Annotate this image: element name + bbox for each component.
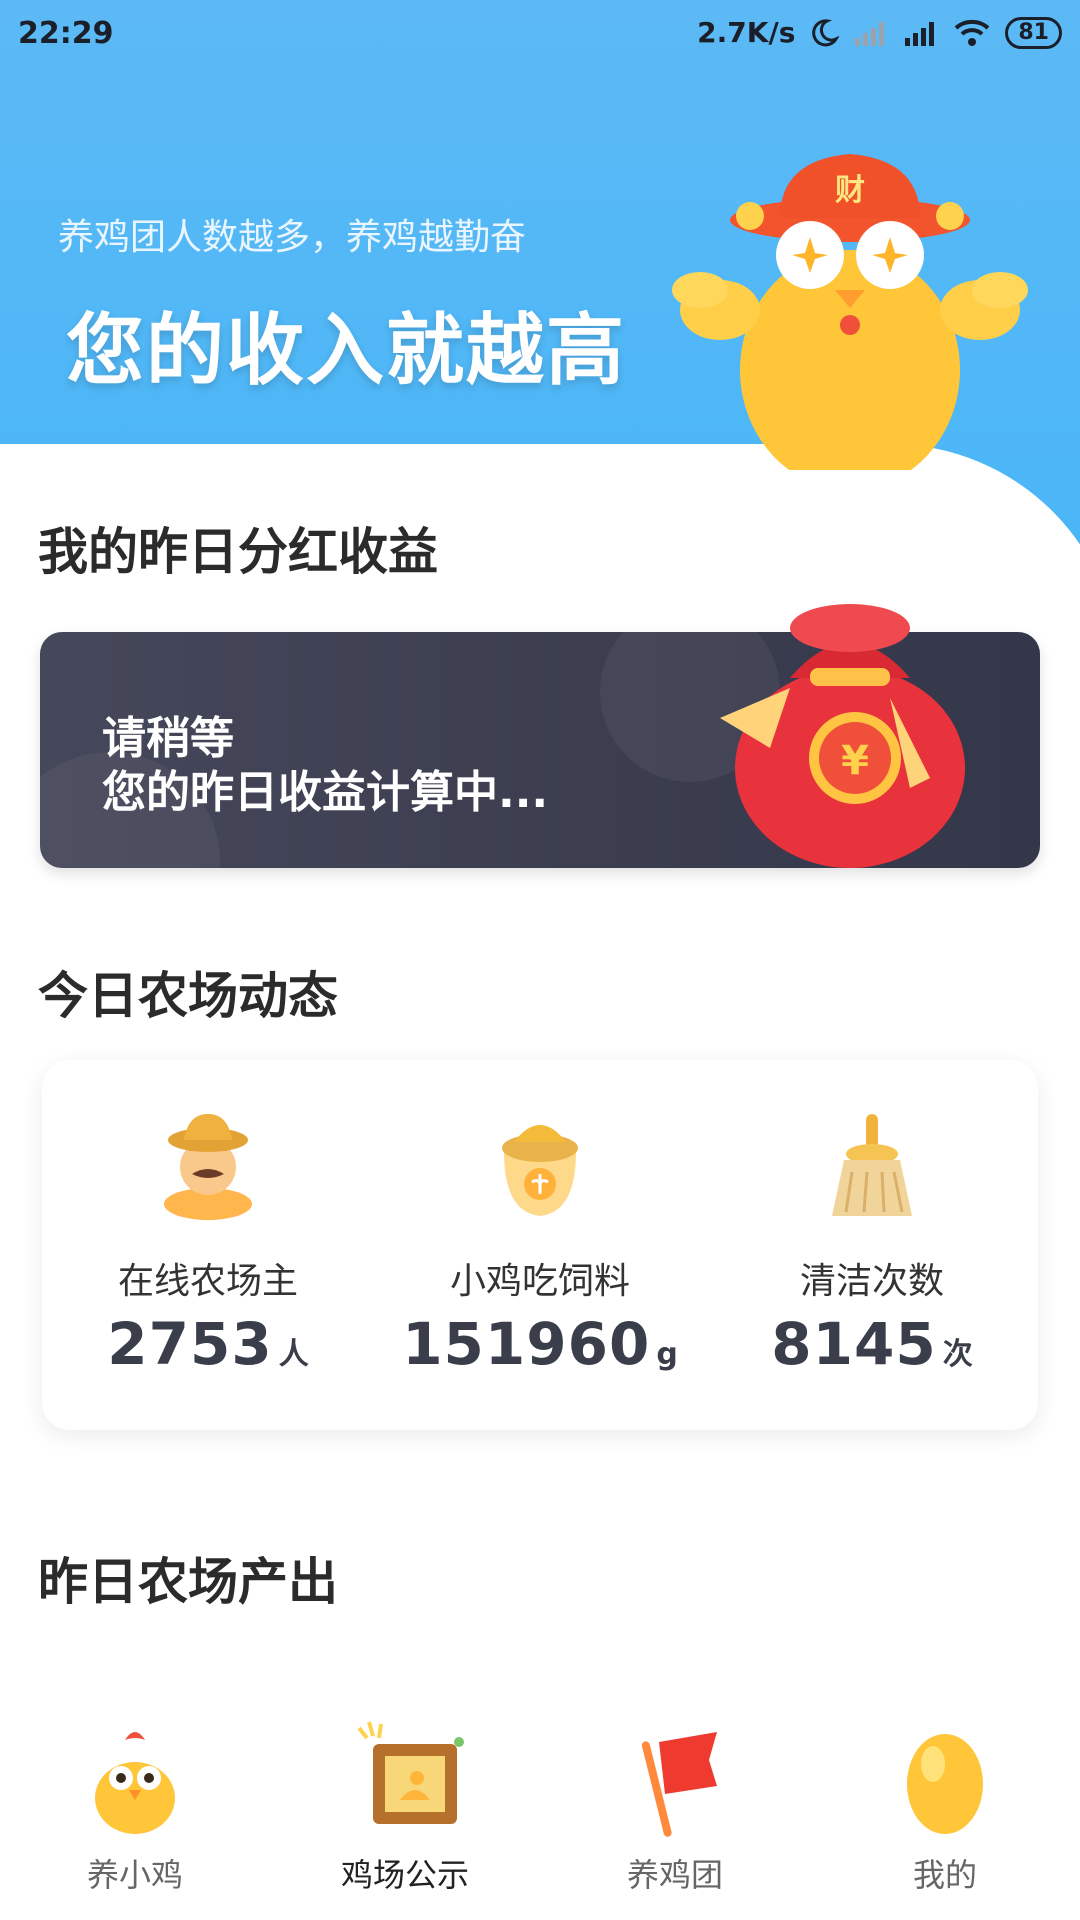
feed-sack-icon <box>502 1125 578 1216</box>
nav-item-mine[interactable]: 我的 <box>810 1700 1080 1920</box>
flag-icon <box>641 1732 717 1837</box>
farmer-icon <box>164 1114 252 1220</box>
stat-cleaning: 清洁次数 8145 次 <box>706 1060 1038 1430</box>
money-bag-icon: ¥ <box>720 604 965 868</box>
nav-label: 我的 <box>912 1856 977 1894</box>
section-title-farm-yesterday: 昨日农场产出 <box>38 1553 338 1611</box>
stat-unit: 人 <box>278 1337 309 1372</box>
status-right: 2.7K/s 81 <box>697 16 1062 49</box>
nav-item-farm-notice[interactable]: 鸡场公示 <box>270 1700 540 1920</box>
stat-value: 2753 人 <box>42 1310 374 1378</box>
nav-label: 养鸡团 <box>626 1856 723 1894</box>
nav-label: 鸡场公示 <box>340 1856 469 1894</box>
section-title-dividend: 我的昨日分红收益 <box>38 523 438 581</box>
signal-icon <box>905 21 935 46</box>
nav-item-raise-chick[interactable]: 养小鸡 <box>0 1700 270 1920</box>
notice-board-icon <box>357 1721 464 1824</box>
moon-icon <box>812 18 840 46</box>
stat-online-farmers: 在线农场主 2753 人 <box>42 1060 374 1430</box>
signal-icon-disabled <box>855 21 885 46</box>
stat-number: 8145 <box>771 1310 937 1378</box>
wifi-icon <box>955 19 990 46</box>
stat-unit: g <box>656 1337 678 1372</box>
farm-stats-card: 在线农场主 2753 人 小鸡吃饲料 151960 g 清洁次数 8145 次 <box>42 1060 1038 1430</box>
stat-number: 2753 <box>107 1310 273 1378</box>
broom-icon <box>832 1114 912 1216</box>
golden-egg-icon <box>907 1734 983 1834</box>
nav-item-team[interactable]: 养鸡团 <box>540 1700 810 1920</box>
money-bag-symbol: ¥ <box>841 738 869 784</box>
status-time: 22:29 <box>18 16 114 51</box>
stat-feed: 小鸡吃饲料 151960 g <box>374 1060 706 1430</box>
stat-unit: 次 <box>942 1337 973 1372</box>
mascot-chick-icon: 财 <box>672 154 1028 470</box>
mascot-badge: 财 <box>835 173 865 208</box>
battery-indicator: 81 <box>1005 16 1062 49</box>
nav-label: 养小鸡 <box>86 1856 183 1894</box>
stat-label: 在线农场主 <box>117 1261 298 1302</box>
dividend-status-text: 您的昨日收益计算中... <box>102 767 549 818</box>
stat-value: 8145 次 <box>706 1310 1038 1378</box>
stat-number: 151960 <box>402 1310 651 1378</box>
hero-subtitle: 养鸡团人数越多，养鸡越勤奋 <box>58 217 527 258</box>
status-bar: 22:29 2.7K/s 81 <box>0 0 1080 72</box>
hero-title: 您的收入就越高 <box>66 306 627 396</box>
section-title-farm-today: 今日农场动态 <box>38 967 338 1025</box>
stat-value: 151960 g <box>374 1310 706 1378</box>
stat-label: 小鸡吃饲料 <box>449 1261 630 1302</box>
network-speed: 2.7K/s <box>697 16 796 49</box>
bottom-navigation: 养小鸡 鸡场公示 养鸡团 我的 <box>0 1700 1080 1920</box>
chick-icon <box>95 1732 175 1834</box>
stat-label: 清洁次数 <box>799 1261 944 1302</box>
